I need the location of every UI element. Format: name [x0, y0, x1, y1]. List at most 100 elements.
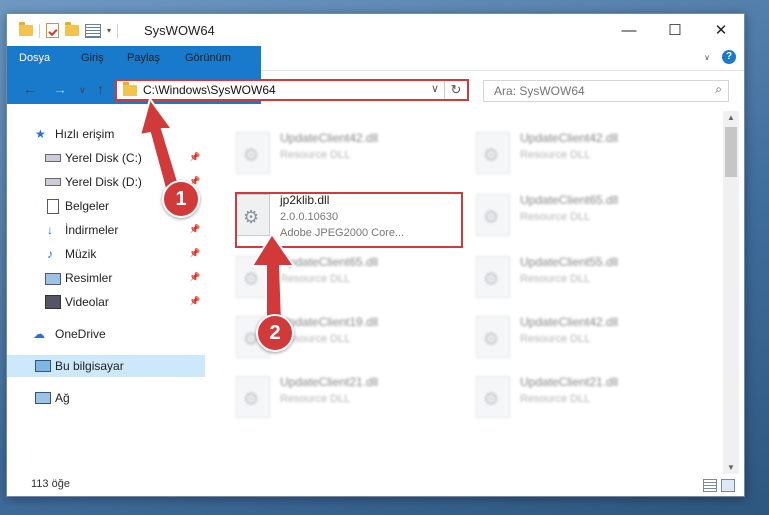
- sidebar-item-pictures[interactable]: Resimler 📌: [7, 267, 205, 289]
- vertical-scrollbar[interactable]: ▲ ▼: [723, 111, 739, 474]
- dll-file-icon: [476, 194, 510, 236]
- file-name: UpdateClient65.dll: [520, 193, 619, 207]
- sidebar-item-onedrive[interactable]: ☁ OneDrive: [7, 323, 205, 345]
- cloud-icon: ☁: [33, 327, 45, 341]
- scrollbar-thumb[interactable]: [725, 127, 737, 177]
- new-folder-icon[interactable]: [65, 22, 79, 36]
- maximize-button[interactable]: ☐: [652, 14, 698, 46]
- help-icon[interactable]: ?: [722, 50, 736, 64]
- sidebar-item-music[interactable]: ♪ Müzik 📌: [7, 243, 205, 265]
- file-description: Resource DLL: [520, 333, 591, 345]
- dll-file-icon: [236, 132, 270, 174]
- refresh-icon[interactable]: ↻: [444, 81, 467, 99]
- back-arrow-icon[interactable]: ←: [23, 81, 37, 97]
- sidebar-item-this-pc[interactable]: Bu bilgisayar: [7, 355, 205, 377]
- details-view-icon[interactable]: [703, 479, 717, 492]
- computer-icon: [35, 360, 51, 372]
- large-icons-view-icon[interactable]: [721, 479, 735, 492]
- sidebar-item-label: Resimler: [65, 271, 113, 285]
- up-arrow-icon[interactable]: ↑: [97, 81, 104, 97]
- address-dropdown-icon[interactable]: ∨: [431, 82, 439, 95]
- toolbar-separator: [117, 23, 119, 38]
- sidebar-item-label: Videolar: [65, 295, 109, 309]
- list-item[interactable]: UpdateClient65.dll Resource DLL: [474, 189, 704, 247]
- pin-icon[interactable]: 📌: [189, 272, 200, 283]
- explorer-window: ▾ SysWOW64 — ☐ ✕ Dosya Giriş Paylaş Görü…: [6, 13, 745, 497]
- sidebar-item-label: Bu bilgisayar: [55, 359, 124, 373]
- step-badge-1: 1: [162, 180, 200, 218]
- list-item[interactable]: UpdateClient55.dll Resource DLL: [474, 251, 704, 309]
- title-bar: ▾ SysWOW64 — ☐ ✕: [7, 14, 744, 46]
- pin-icon[interactable]: 📌: [189, 248, 200, 259]
- qat-dropdown-icon[interactable]: ▾: [107, 26, 111, 35]
- tab-view[interactable]: Görünüm: [175, 46, 241, 70]
- sidebar-item-label: İndirmeler: [65, 223, 119, 237]
- window-title: SysWOW64: [144, 23, 215, 38]
- list-item[interactable]: UpdateClient42.dll Resource DLL: [234, 127, 464, 185]
- file-description: Resource DLL: [280, 393, 351, 405]
- toolbar-separator: [39, 23, 40, 38]
- expand-ribbon-icon[interactable]: ∨: [704, 53, 710, 62]
- file-description: Resource DLL: [520, 211, 591, 223]
- list-item[interactable]: UpdateClient21.dll Resource DLL: [474, 371, 704, 429]
- folder-icon: [19, 22, 33, 36]
- dll-file-icon: [476, 316, 510, 358]
- file-description: Resource DLL: [520, 273, 591, 285]
- file-description: Resource DLL: [280, 149, 351, 161]
- star-icon: ★: [35, 127, 46, 141]
- drive-icon: [45, 178, 61, 186]
- properties-icon[interactable]: [46, 23, 59, 38]
- status-bar: 113 öğe: [7, 474, 744, 496]
- view-icon[interactable]: [85, 23, 101, 38]
- search-box[interactable]: ⌕: [483, 80, 729, 102]
- forward-arrow-icon[interactable]: →: [53, 81, 67, 97]
- list-item[interactable]: UpdateClient42.dll Resource DLL: [474, 127, 704, 185]
- scroll-down-icon[interactable]: ▼: [723, 463, 739, 472]
- pin-icon[interactable]: 📌: [189, 296, 200, 307]
- dll-file-icon: [476, 132, 510, 174]
- tab-share[interactable]: Paylaş: [117, 46, 170, 70]
- file-name: UpdateClient42.dll: [520, 131, 619, 145]
- step-badge-2: 2: [256, 314, 294, 352]
- search-icon: ⌕: [715, 82, 722, 96]
- file-name: UpdateClient42.dll: [520, 315, 619, 329]
- list-item[interactable]: UpdateClient21.dll Resource DLL: [234, 371, 464, 429]
- dll-file-icon: [476, 376, 510, 418]
- sidebar-item-videos[interactable]: Videolar 📌: [7, 291, 205, 313]
- folder-icon: [123, 82, 137, 96]
- drive-icon: [45, 154, 61, 162]
- file-name: UpdateClient21.dll: [520, 375, 619, 389]
- list-item[interactable]: UpdateClient42.dll Resource DLL: [474, 311, 704, 369]
- sidebar-item-label: Hızlı erişim: [55, 127, 115, 141]
- sidebar-item-label: Belgeler: [65, 199, 110, 213]
- file-name: UpdateClient55.dll: [520, 255, 619, 269]
- sidebar-item-downloads[interactable]: ↓ İndirmeler 📌: [7, 219, 205, 241]
- sidebar-item-label: Yerel Disk (C:): [65, 151, 142, 165]
- music-icon: ♪: [47, 247, 53, 261]
- tab-home[interactable]: Giriş: [71, 46, 114, 70]
- file-name: UpdateClient42.dll: [280, 131, 379, 145]
- network-icon: [35, 392, 51, 404]
- ribbon-controls: ∨ ?: [704, 50, 736, 64]
- pin-icon[interactable]: 📌: [189, 224, 200, 235]
- search-input[interactable]: [492, 81, 696, 101]
- sidebar-item-network[interactable]: Ağ: [7, 387, 205, 409]
- sidebar-item-label: Müzik: [65, 247, 97, 261]
- scroll-up-icon[interactable]: ▲: [723, 113, 739, 122]
- pictures-icon: [45, 273, 61, 285]
- close-button[interactable]: ✕: [698, 14, 744, 46]
- item-count: 113 öğe: [31, 478, 70, 490]
- dll-file-icon: [476, 256, 510, 298]
- download-icon: ↓: [47, 223, 53, 237]
- documents-icon: [47, 199, 59, 214]
- minimize-button[interactable]: —: [606, 14, 652, 46]
- file-description: Resource DLL: [520, 393, 591, 405]
- dll-file-icon: [236, 376, 270, 418]
- sidebar-item-label: Yerel Disk (D:): [65, 175, 142, 189]
- recent-dropdown-icon[interactable]: ∨: [79, 85, 86, 96]
- navigation-bar: ← → ∨ ↑ C:\Windows\SysWOW64 ∨ ↻ ⌕: [7, 71, 744, 111]
- file-description: Resource DLL: [520, 149, 591, 161]
- sidebar-item-label: Ağ: [55, 391, 70, 405]
- videos-icon: [45, 295, 61, 309]
- ribbon: Dosya Giriş Paylaş Görünüm ∨ ?: [7, 46, 744, 104]
